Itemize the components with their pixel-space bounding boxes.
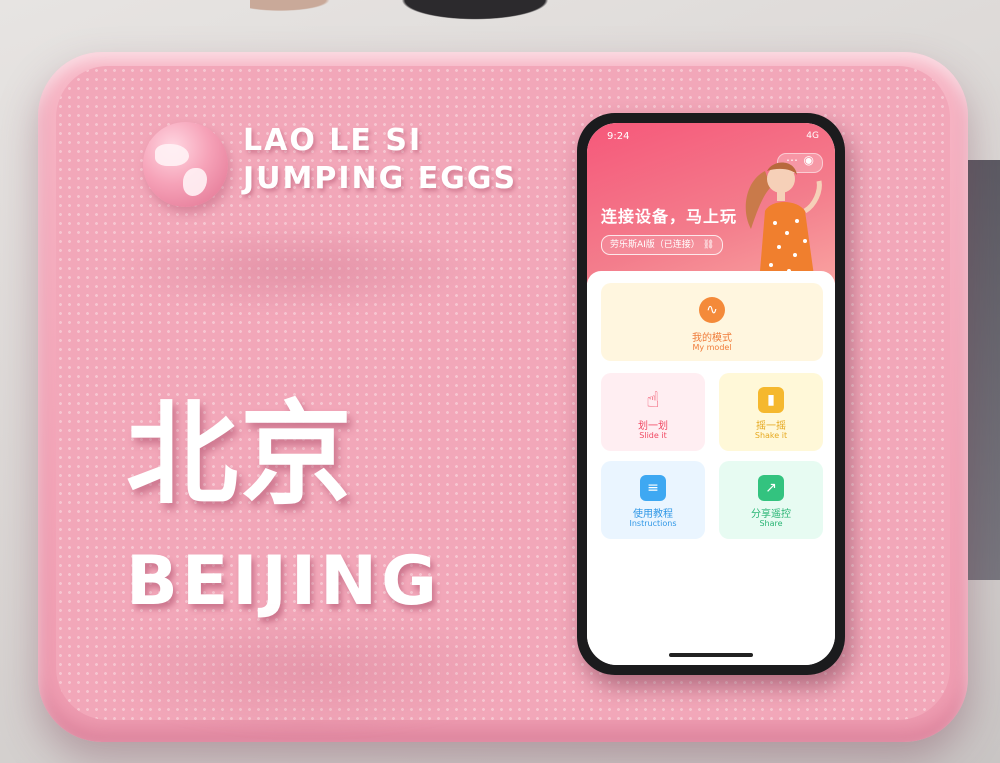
slide-it-label: 划一划 [638, 421, 668, 432]
city-name-english: BEIJING [126, 542, 441, 621]
hero-title: 连接设备，马上玩 [601, 207, 738, 226]
instructions-label-en: Instructions [629, 519, 677, 528]
slide-it-label-en: Slide it [639, 431, 667, 440]
shake-it-card[interactable]: ▮ 摇一摇 Shake it [719, 373, 823, 451]
document-icon: ≡ [640, 475, 666, 501]
waveform-icon: ∿ [699, 297, 725, 323]
feature-panel: ∿ 我的模式 My model ☝ 划一划 Slide it ▮ 摇一摇 Sha… [587, 271, 835, 665]
status-network: 4G [806, 131, 819, 141]
logo-shadow [118, 227, 478, 312]
share-label: 分享遥控 [751, 509, 791, 520]
device-status-chip[interactable]: 劳乐斯AI版（已连接） ⛓ [601, 235, 724, 255]
home-indicator[interactable] [669, 653, 753, 657]
brand-line-2: JUMPING EGGS [243, 161, 518, 196]
shake-it-label-en: Shake it [754, 431, 788, 440]
city-shadow [98, 612, 518, 732]
share-label-en: Share [759, 519, 783, 528]
woman-illustration [745, 162, 822, 283]
instructions-card[interactable]: ≡ 使用教程 Instructions [601, 461, 705, 539]
share-card[interactable]: ↗ 分享遥控 Share [719, 461, 823, 539]
phone-screen: 9:24 4G ⋯ ◉ 连接设备，马上玩 劳乐斯AI版（已连接） ⛓ ∿ 我的模… [587, 123, 835, 665]
city-name-chinese: 北京 [126, 390, 354, 520]
app-hero-banner: 9:24 4G ⋯ ◉ 连接设备，马上玩 劳乐斯AI版（已连接） ⛓ [587, 123, 835, 283]
instructions-label: 使用教程 [633, 509, 673, 520]
slide-it-card[interactable]: ☝ 划一划 Slide it [601, 373, 705, 451]
globe-icon [143, 122, 228, 207]
hand-pointer-icon: ☝ [646, 387, 660, 413]
my-mode-label: 我的模式 [692, 333, 732, 344]
link-icon: ⛓ [702, 240, 715, 250]
device-status-label: 劳乐斯AI版（已连接） [610, 240, 700, 250]
share-icon: ↗ [758, 475, 784, 501]
background-figure [250, 0, 550, 60]
phone-mockup: 9:24 4G ⋯ ◉ 连接设备，马上玩 劳乐斯AI版（已连接） ⛓ ∿ 我的模… [577, 113, 845, 675]
status-time: 9:24 [607, 131, 630, 142]
brand-line-1: LAO LE SI [243, 123, 423, 158]
shake-it-label: 摇一摇 [756, 421, 786, 432]
my-mode-card[interactable]: ∿ 我的模式 My model [601, 283, 823, 361]
my-mode-label-en: My model [692, 343, 732, 352]
brand-logo-text: LAO LE SI JUMPING EGGS [243, 122, 563, 198]
phone-shake-icon: ▮ [758, 387, 784, 413]
